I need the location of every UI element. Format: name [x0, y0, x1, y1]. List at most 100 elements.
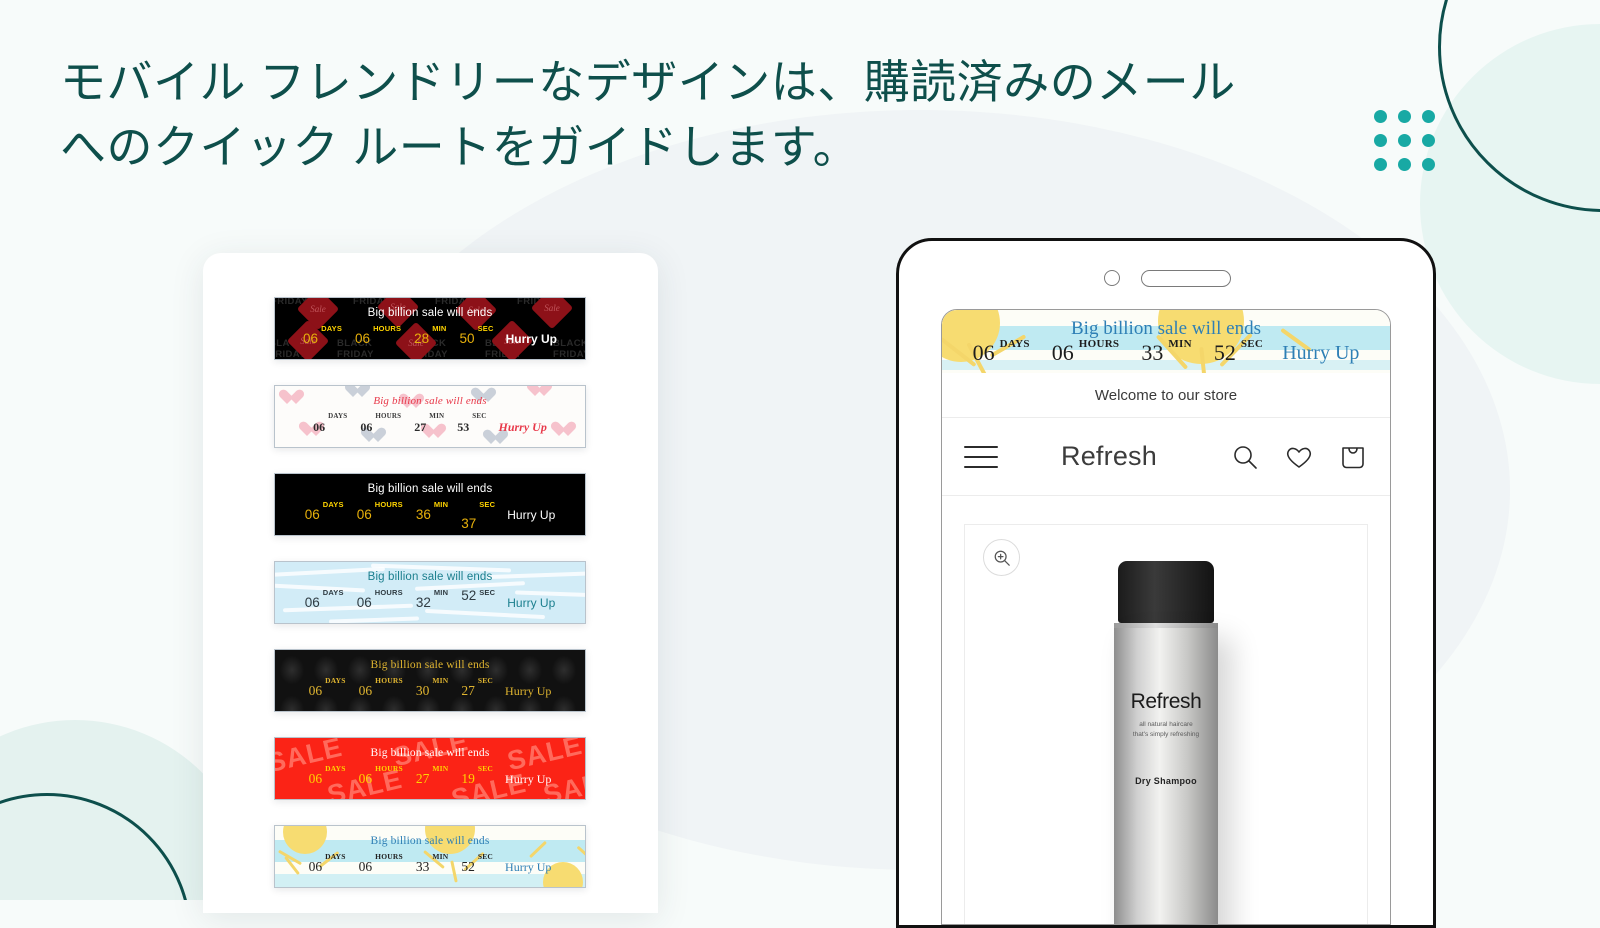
countdown-hours-value: 06	[356, 595, 372, 611]
countdown-hours-label: HOURS	[374, 588, 403, 597]
countdown-sec-value: 52	[461, 859, 475, 875]
banner-water[interactable]: Big billion sale will ends 06 DAYS 06 HO…	[274, 561, 586, 624]
banner-hurry-label: Hurry Up	[505, 771, 552, 786]
store-announcement-bar: Welcome to our store	[942, 373, 1390, 418]
countdown-days-label: DAYS	[325, 852, 346, 861]
countdown-days-value: 06	[308, 771, 323, 787]
banner-title: Big billion sale will ends	[367, 483, 493, 495]
countdown-sec-label: SEC	[477, 764, 494, 773]
banner-quilted-leather[interactable]: Big billion sale will ends 06 DAYS 06 HO…	[274, 649, 586, 712]
can-cap	[1118, 561, 1214, 623]
banner-hurry-label: Hurry Up	[505, 683, 552, 698]
banner-gallery-card: FRIDAY FRIDAY FRIDAY FRIDAY BLACKFRIDAY …	[203, 253, 658, 913]
countdown-days-value: 06	[303, 331, 319, 347]
countdown-hours-value: 06	[358, 683, 373, 699]
countdown-min-label: MIN	[432, 764, 449, 773]
countdown-hours-label: HOURS	[374, 500, 403, 509]
countdown-sec-value: 27	[461, 683, 475, 699]
banner-summer-sun[interactable]: Big billion sale will ends 06 DAYS 06 HO…	[274, 825, 586, 888]
phone-speaker	[1141, 270, 1231, 287]
phone-camera-icon	[1104, 270, 1120, 286]
countdown-days-label: DAYS	[322, 500, 344, 509]
countdown-sec-label: SEC	[477, 324, 494, 333]
countdown-min-label: MIN	[432, 324, 447, 333]
banner-hurry-label: Hurry Up	[505, 859, 552, 874]
countdown-sec-label: SEC	[479, 500, 496, 509]
phone-countdown-row: 06 DAYS 06 HOURS 33 MIN 52 SEC Hurry Up	[942, 338, 1390, 368]
countdown-days-value: 06	[308, 683, 323, 699]
countdown-hours-value: 06	[360, 420, 373, 434]
phone-banner-title: Big billion sale will ends	[1071, 318, 1261, 339]
countdown-days-label: DAYS	[328, 412, 348, 420]
countdown-days-value: 06	[304, 507, 320, 523]
countdown-min-label: MIN	[433, 588, 449, 597]
countdown-sec-value: 53	[457, 420, 470, 434]
phone-countdown-banner[interactable]: Big billion sale will ends 06 DAYS 06 HO…	[942, 310, 1390, 373]
phone-countdown-min-label: MIN	[1168, 338, 1192, 350]
countdown-hours-label: HOURS	[375, 764, 403, 773]
header-icon-group	[1230, 442, 1368, 472]
store-header: Refresh	[942, 418, 1390, 496]
phone-countdown-sec-value: 52	[1213, 340, 1236, 365]
banner-black-friday[interactable]: FRIDAY FRIDAY FRIDAY FRIDAY BLACKFRIDAY …	[274, 297, 586, 360]
countdown-min-value: 32	[415, 595, 431, 611]
banner-title: Big billion sale will ends	[367, 307, 493, 319]
countdown-min-label: MIN	[429, 412, 445, 420]
banner-title: Big billion sale will ends	[370, 747, 490, 759]
dot-grid-icon	[1374, 110, 1435, 171]
countdown-row: 06 DAYS 06 HOURS 33 MIN 52 SEC Hurry Up	[275, 852, 585, 882]
countdown-min-label: MIN	[432, 676, 449, 685]
shopping-bag-icon[interactable]	[1338, 442, 1368, 472]
countdown-hours-label: HOURS	[375, 676, 403, 685]
countdown-days-value: 06	[304, 595, 320, 611]
store-brand-logo[interactable]: Refresh	[988, 441, 1230, 472]
heart-icon[interactable]	[1284, 443, 1314, 471]
countdown-days-label: DAYS	[325, 764, 346, 773]
search-icon[interactable]	[1230, 442, 1260, 472]
product-image-dry-shampoo: Refresh all natural haircare that's simp…	[1100, 561, 1232, 924]
product-tagline-label: all natural haircare that's simply refre…	[1132, 721, 1200, 738]
phone-countdown-min-value: 33	[1141, 340, 1164, 365]
product-type-label: Dry Shampoo	[1135, 776, 1197, 786]
banner-hurry-label: Hurry Up	[507, 596, 556, 610]
countdown-row: 06 DAYS 06 HOURS 27 MIN 19 SEC Hurry Up	[275, 764, 585, 794]
countdown-sec-label: SEC	[477, 852, 494, 861]
countdown-min-value: 36	[415, 507, 431, 523]
phone-countdown-days-label: DAYS	[999, 338, 1030, 350]
page-headline: モバイル フレンドリーなデザインは、購読済みのメール へのクイック ルートをガイ…	[60, 56, 1236, 174]
banner-list: FRIDAY FRIDAY FRIDAY FRIDAY BLACKFRIDAY …	[274, 297, 586, 913]
countdown-hours-value: 06	[356, 507, 372, 523]
countdown-sec-value: 50	[459, 331, 475, 347]
countdown-min-value: 28	[414, 331, 430, 347]
banner-title: Big billion sale will ends	[373, 395, 487, 407]
countdown-sec-label: SEC	[477, 676, 494, 685]
countdown-min-value: 27	[415, 771, 430, 787]
countdown-row: 06 DAYS 06 HOURS 30 MIN 27 SEC Hurry Up	[275, 676, 585, 706]
countdown-hours-label: HOURS	[373, 324, 402, 333]
product-image-card: Refresh all natural haircare that's simp…	[964, 524, 1368, 924]
countdown-days-label: DAYS	[321, 324, 343, 333]
phone-banner-hurry-label: Hurry Up	[1282, 341, 1360, 364]
phone-mockup: Big billion sale will ends 06 DAYS 06 HO…	[896, 238, 1436, 928]
countdown-hours-value: 06	[358, 859, 373, 875]
banner-title: Big billion sale will ends	[370, 659, 490, 671]
zoom-in-icon[interactable]	[983, 539, 1020, 576]
countdown-sec-value: 19	[461, 771, 475, 787]
countdown-hours-value: 06	[355, 331, 371, 347]
phone-screen: Big billion sale will ends 06 DAYS 06 HO…	[941, 309, 1391, 925]
countdown-min-label: MIN	[432, 852, 449, 861]
countdown-sec-label: SEC	[472, 412, 487, 420]
banner-red-sale[interactable]: SALE SALE SALE SALE SALE SALE Big billio…	[274, 737, 586, 800]
countdown-days-label: DAYS	[322, 588, 344, 597]
phone-countdown-sec-label: SEC	[1240, 338, 1264, 350]
banner-hearts[interactable]: Big billion sale will ends 06 DAYS 06 HO…	[274, 385, 586, 448]
countdown-days-label: DAYS	[325, 676, 346, 685]
countdown-min-label: MIN	[433, 500, 449, 509]
banner-plain-black[interactable]: Big billion sale will ends 06 DAYS 06 HO…	[274, 473, 586, 536]
banner-title: Big billion sale will ends	[370, 835, 490, 847]
countdown-sec-value: 52	[461, 588, 477, 604]
banner-hurry-label: Hurry Up	[507, 508, 556, 522]
countdown-row: 06 DAYS 06 HOURS 27 MIN 53 SEC Hurry Up	[275, 412, 585, 442]
banner-title: Big billion sale will ends	[367, 571, 493, 583]
countdown-hours-label: HOURS	[375, 412, 402, 420]
